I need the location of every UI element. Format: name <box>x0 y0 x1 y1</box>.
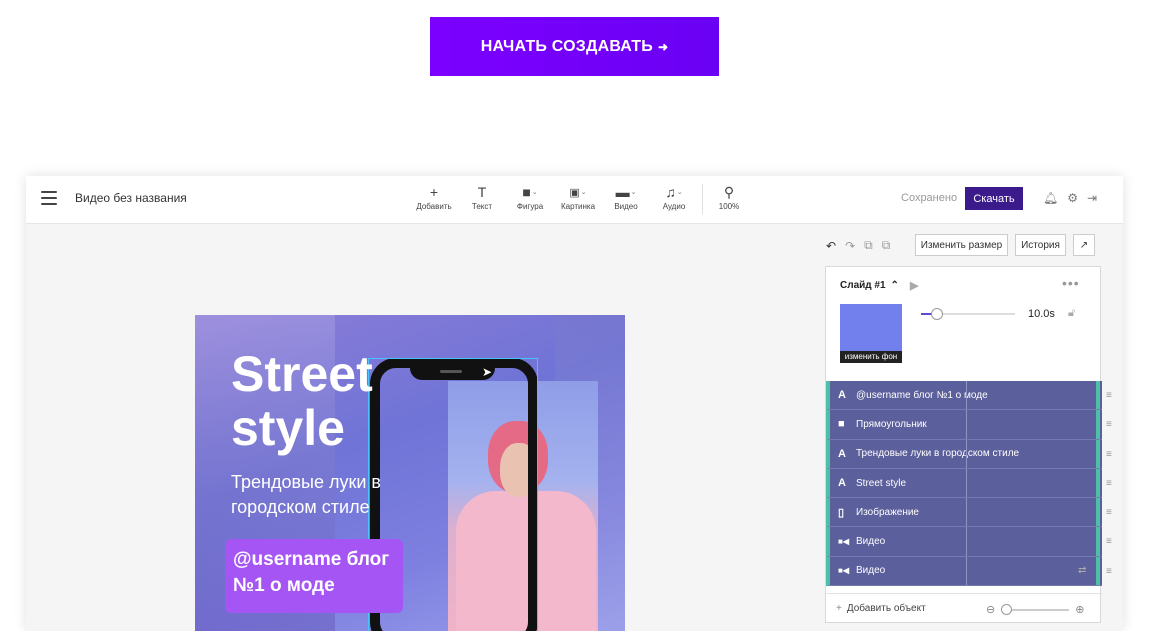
plus-icon[interactable]: + <box>836 603 842 614</box>
shape-layer-icon: ■ <box>838 418 845 431</box>
audio-icon: ♫ ⌄ <box>665 184 683 200</box>
video-layer-icon: ■◀ <box>838 566 849 576</box>
layer-label: Видео <box>856 565 886 577</box>
slide-panel: Слайд #1 ⌃ ▶ ••• изменить фон 10.0s 🔓︎ A… <box>825 266 1112 623</box>
zoom-in-icon[interactable]: ⊕ <box>1075 603 1084 616</box>
logout-icon[interactable]: ⇥ <box>1087 191 1097 205</box>
canvas-title[interactable]: Street style <box>231 347 431 455</box>
tool-label: Картинка <box>560 202 596 211</box>
drag-handle-icon[interactable]: ≡ <box>1106 566 1112 577</box>
editor-window: Видео без названия + Добавить T Текст ■ ⌄… <box>26 176 1123 631</box>
external-link-icon[interactable]: ↗ <box>1073 234 1095 256</box>
layer-label: Street style <box>856 477 907 489</box>
layer-item[interactable]: A Street style ≡ <box>826 468 1112 499</box>
bell-icon[interactable]: 🔔︎ <box>1043 191 1058 205</box>
drag-handle-icon[interactable]: ≡ <box>1106 507 1112 518</box>
document-title[interactable]: Видео без названия <box>75 191 187 205</box>
copy-icon[interactable]: ⧉ <box>864 238 873 253</box>
toolbar-divider <box>702 184 703 214</box>
text-layer-icon: A <box>838 389 846 402</box>
zoom-icon: ⚲ <box>723 183 735 200</box>
unlock-icon[interactable]: 🔓︎ <box>1068 307 1075 320</box>
slide-title: Слайд #1 <box>840 280 886 291</box>
chevron-up-icon[interactable]: ⌃ <box>891 280 899 291</box>
layers-list: A @username блог №1 о моде ≡ ■ Прямоугол… <box>826 381 1112 587</box>
tool-shape[interactable]: ■ ⌄ Фигура <box>506 182 554 214</box>
zoom-out-icon[interactable]: ⊖ <box>986 603 995 616</box>
download-button[interactable]: Скачать <box>965 187 1023 210</box>
tool-label: Фигура <box>516 202 544 211</box>
toolbar: + Добавить T Текст ■ ⌄ Фигура ▣ ⌄ Картинка… <box>410 182 753 214</box>
canvas-badge[interactable]: @username блог №1 о моде <box>225 539 403 613</box>
layer-label: Трендовые луки в городском стиле <box>856 448 1020 460</box>
layer-item[interactable]: ■◀ Видео ≡ <box>826 527 1112 557</box>
layer-label: Изображение <box>856 506 919 518</box>
resize-button[interactable]: Изменить размер <box>915 234 1008 256</box>
duration-slider[interactable] <box>921 308 1015 320</box>
change-bg-label[interactable]: изменить фон <box>840 351 902 363</box>
cta-label: НАЧАТЬ СОЗДАВАТЬ <box>480 37 653 55</box>
tool-zoom[interactable]: ⚲ 100% <box>705 182 753 214</box>
undo-icon[interactable]: ↶ <box>826 239 836 253</box>
slide-canvas[interactable]: ➤ Street style Трендовые луки в городско… <box>195 315 625 631</box>
layer-label: @username блог №1 о моде <box>856 389 988 401</box>
redo-icon[interactable]: ↷ <box>845 239 855 253</box>
saved-status: Сохранено <box>901 192 958 204</box>
tool-add[interactable]: + Добавить <box>410 182 458 214</box>
loop-icon[interactable]: ⇄ <box>1078 565 1086 576</box>
layer-item[interactable]: ■◀ Видео ⇄ ≡ <box>826 556 1112 587</box>
video-layer-icon: ■◀ <box>838 537 849 547</box>
cursor-icon: ➤ <box>482 365 493 379</box>
tool-image[interactable]: ▣ ⌄ Картинка <box>554 182 602 214</box>
duration-value: 10.0s <box>1028 308 1055 320</box>
text-layer-icon: A <box>838 477 846 490</box>
history-tools: ↶ ↷ ⧉ ⧉ <box>826 238 890 253</box>
slider-handle[interactable] <box>931 308 943 320</box>
drag-handle-icon[interactable]: ≡ <box>1106 449 1112 460</box>
drag-handle-icon[interactable]: ≡ <box>1106 536 1112 547</box>
arrow-right-icon: ➜ <box>657 39 669 54</box>
paste-icon[interactable]: ⧉ <box>882 238 891 253</box>
tool-label: Текст <box>471 202 493 211</box>
image-layer-icon: ▯ <box>838 506 845 519</box>
timeline-zoom: ⊖ ⊕ <box>986 603 1084 616</box>
tool-label: Видео <box>614 202 638 211</box>
zoom-slider[interactable] <box>1001 603 1070 615</box>
tool-video[interactable]: ▬ ⌄ Видео <box>602 182 650 214</box>
video-icon: ▬ ⌄ <box>615 184 637 200</box>
shape-icon: ■ ⌄ <box>522 184 538 200</box>
tool-label: Аудио <box>662 202 686 211</box>
history-button[interactable]: История <box>1015 234 1066 256</box>
slide-header[interactable]: Слайд #1 ⌃ ▶ <box>840 279 918 292</box>
tool-label: Добавить <box>416 202 452 211</box>
canvas-subtitle[interactable]: Трендовые луки в городском стиле <box>231 470 431 520</box>
text-layer-icon: A <box>838 447 846 460</box>
drag-handle-icon[interactable]: ≡ <box>1106 478 1112 489</box>
play-icon[interactable]: ▶ <box>910 279 918 292</box>
layer-item[interactable]: ■ Прямоугольник ≡ <box>826 410 1112 440</box>
layer-item[interactable]: A @username блог №1 о моде ≡ <box>826 381 1112 411</box>
image-icon: ▣ ⌄ <box>569 186 587 199</box>
tool-label: 100% <box>718 202 740 211</box>
text-icon: T <box>477 184 487 200</box>
slider-handle[interactable] <box>1001 603 1013 615</box>
drag-handle-icon[interactable]: ≡ <box>1106 390 1112 401</box>
slide-thumbnail[interactable]: изменить фон <box>840 304 902 363</box>
add-object-button[interactable]: Добавить объект <box>847 603 926 614</box>
editor-topbar: Видео без названия + Добавить T Текст ■ ⌄… <box>26 176 1123 224</box>
layer-item[interactable]: ▯ Изображение ≡ <box>826 498 1112 528</box>
layer-item[interactable]: A Трендовые луки в городском стиле ≡ <box>826 439 1112 469</box>
tool-audio[interactable]: ♫ ⌄ Аудио <box>650 182 698 214</box>
plus-icon: + <box>429 184 439 200</box>
menu-icon[interactable] <box>41 191 57 205</box>
more-icon[interactable]: ••• <box>1062 275 1080 291</box>
layer-label: Прямоугольник <box>856 418 927 430</box>
layer-label: Видео <box>856 536 886 548</box>
topbar-icons: 🔔︎ ⚙ ⇥ <box>1043 191 1097 205</box>
gear-icon[interactable]: ⚙ <box>1067 191 1078 205</box>
tool-text[interactable]: T Текст <box>458 182 506 214</box>
drag-handle-icon[interactable]: ≡ <box>1106 419 1112 430</box>
start-creating-button[interactable]: НАЧАТЬ СОЗДАВАТЬ ➜ <box>430 17 719 76</box>
panel-footer: + Добавить объект ⊖ ⊕ <box>826 593 1102 623</box>
